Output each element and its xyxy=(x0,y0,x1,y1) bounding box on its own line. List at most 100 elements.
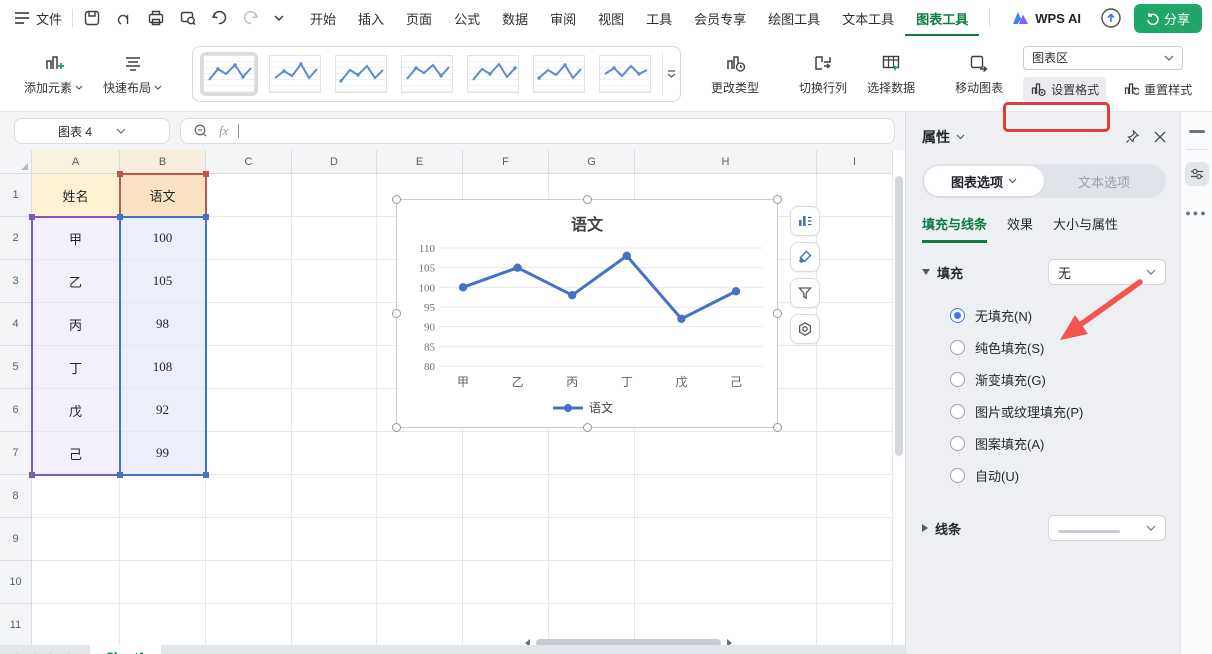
cell-D3[interactable] xyxy=(292,260,377,303)
cell-B4[interactable]: 98 xyxy=(120,303,206,346)
subtab-effects[interactable]: 效果 xyxy=(1007,214,1033,243)
cell-E11[interactable] xyxy=(377,604,463,647)
name-box[interactable]: 图表 4 xyxy=(14,118,170,144)
menu-tools[interactable]: 工具 xyxy=(635,0,683,37)
pin-icon[interactable] xyxy=(1124,129,1140,145)
cell-A5[interactable]: 丁 xyxy=(32,346,120,389)
chart-style-thumbnail[interactable] xyxy=(332,52,390,96)
more-actions-chevron-icon[interactable] xyxy=(273,14,285,22)
chart-settings-button[interactable] xyxy=(790,314,820,344)
cell-A4[interactable]: 丙 xyxy=(32,303,120,346)
cell-I1[interactable] xyxy=(817,174,893,217)
chart-style-thumbnail[interactable] xyxy=(464,52,522,96)
radio-button[interactable] xyxy=(950,436,965,451)
radio-no-fill[interactable]: 无填充(N) xyxy=(950,299,1166,331)
line-style-dropdown[interactable] xyxy=(1048,515,1166,541)
cell-H9[interactable] xyxy=(635,518,817,561)
export-pdf-icon[interactable] xyxy=(115,9,133,27)
row-header-11[interactable]: 11 xyxy=(0,604,32,647)
redo-icon[interactable] xyxy=(242,10,259,26)
cell-C3[interactable] xyxy=(206,260,292,303)
radio-automatic-fill[interactable]: 自动(U) xyxy=(950,459,1166,491)
menu-text-tools[interactable]: 文本工具 xyxy=(831,0,905,37)
cell-A9[interactable] xyxy=(32,518,120,561)
cell-A3[interactable]: 乙 xyxy=(32,260,120,303)
radio-picture-texture-fill[interactable]: 图片或纹理填充(P) xyxy=(950,395,1166,427)
menu-data[interactable]: 数据 xyxy=(491,0,539,37)
cell-C4[interactable] xyxy=(206,303,292,346)
wps-ai-button[interactable]: WPS AI xyxy=(1012,11,1081,26)
collapse-panel-button[interactable] xyxy=(1189,130,1205,133)
cell-A8[interactable] xyxy=(32,475,120,518)
cell-F9[interactable] xyxy=(463,518,549,561)
radio-button[interactable] xyxy=(950,404,965,419)
column-header-A[interactable]: A xyxy=(32,150,120,174)
cell-A7[interactable]: 己 xyxy=(32,432,120,475)
save-icon[interactable] xyxy=(83,9,101,27)
column-header-H[interactable]: H xyxy=(635,150,817,174)
cell-I8[interactable] xyxy=(817,475,893,518)
cell-D9[interactable] xyxy=(292,518,377,561)
change-type-button[interactable]: 更改类型 xyxy=(701,48,769,100)
menu-member[interactable]: 会员专享 xyxy=(683,0,757,37)
add-sheet-button[interactable]: + xyxy=(175,650,184,654)
cell-I2[interactable] xyxy=(817,217,893,260)
cell-E8[interactable] xyxy=(377,475,463,518)
gallery-more-button[interactable] xyxy=(662,52,680,96)
cell-D2[interactable] xyxy=(292,217,377,260)
chart-filter-button[interactable] xyxy=(790,278,820,308)
close-panel-icon[interactable] xyxy=(1154,131,1166,143)
cell-B1[interactable]: 语文 xyxy=(120,174,206,217)
quick-layout-button[interactable]: 快速布局 xyxy=(93,48,172,100)
cell-C8[interactable] xyxy=(206,475,292,518)
cell-E9[interactable] xyxy=(377,518,463,561)
undo-icon[interactable] xyxy=(211,10,228,26)
cell-D8[interactable] xyxy=(292,475,377,518)
cell-I9[interactable] xyxy=(817,518,893,561)
cell-B2[interactable]: 100 xyxy=(120,217,206,260)
properties-tool-button[interactable] xyxy=(1185,162,1209,186)
radio-pattern-fill[interactable]: 图案填充(A) xyxy=(950,427,1166,459)
file-menu[interactable]: 文件 xyxy=(14,9,62,28)
cell-G7[interactable] xyxy=(549,432,635,475)
cell-A6[interactable]: 戊 xyxy=(32,389,120,432)
row-header-7[interactable]: 7 xyxy=(0,432,32,475)
panel-title-chevron-icon[interactable] xyxy=(956,134,965,140)
radio-solid-fill[interactable]: 纯色填充(S) xyxy=(950,331,1166,363)
chart-style-thumbnail[interactable] xyxy=(398,52,456,96)
chart-style-thumbnail[interactable] xyxy=(596,52,654,96)
set-format-button[interactable]: 设置格式 xyxy=(1023,77,1106,102)
cell-B11[interactable] xyxy=(120,604,206,647)
tab-text-options[interactable]: 文本选项 xyxy=(1044,166,1164,196)
upload-cloud-icon[interactable] xyxy=(1100,7,1122,29)
cell-A10[interactable] xyxy=(32,561,120,604)
chart-resize-handle[interactable] xyxy=(773,309,782,318)
embedded-chart[interactable]: 语文80859095100105110甲乙丙丁戊己语文 xyxy=(396,199,778,428)
row-header-8[interactable]: 8 xyxy=(0,475,32,518)
menu-chart-tools[interactable]: 图表工具 xyxy=(905,0,979,37)
column-header-F[interactable]: F xyxy=(463,150,549,174)
menu-page[interactable]: 页面 xyxy=(395,0,443,37)
cell-D10[interactable] xyxy=(292,561,377,604)
cell-B3[interactable]: 105 xyxy=(120,260,206,303)
subtab-size-properties[interactable]: 大小与属性 xyxy=(1053,214,1118,243)
cell-H7[interactable] xyxy=(635,432,817,475)
cell-H10[interactable] xyxy=(635,561,817,604)
chart-resize-handle[interactable] xyxy=(392,423,401,432)
cell-C2[interactable] xyxy=(206,217,292,260)
cell-I3[interactable] xyxy=(817,260,893,303)
cell-B9[interactable] xyxy=(120,518,206,561)
menu-home[interactable]: 开始 xyxy=(299,0,347,37)
chart-resize-handle[interactable] xyxy=(773,195,782,204)
cell-C9[interactable] xyxy=(206,518,292,561)
cell-I10[interactable] xyxy=(817,561,893,604)
cell-B8[interactable] xyxy=(120,475,206,518)
share-button[interactable]: 分享 xyxy=(1134,4,1202,33)
more-tools-button[interactable]: ●●● xyxy=(1185,208,1207,218)
chart-resize-handle[interactable] xyxy=(773,423,782,432)
line-section-header[interactable]: 线条 xyxy=(922,515,1166,541)
cell-G10[interactable] xyxy=(549,561,635,604)
tab-chart-options[interactable]: 图表选项 xyxy=(924,166,1044,196)
cell-C10[interactable] xyxy=(206,561,292,604)
vertical-scrollbar[interactable] xyxy=(895,176,903,456)
